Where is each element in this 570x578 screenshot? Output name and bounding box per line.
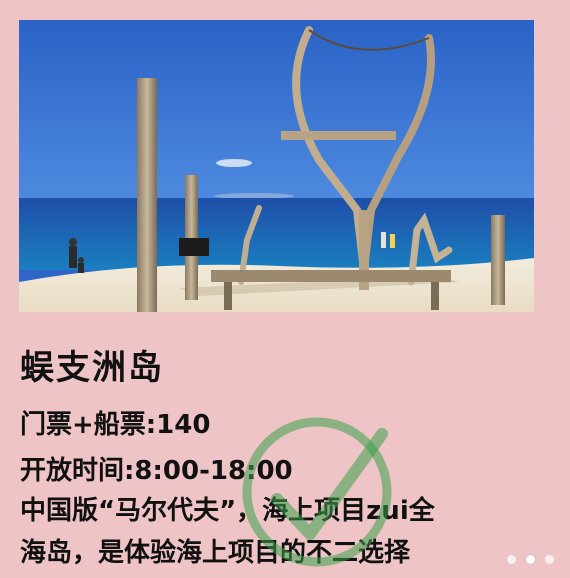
beach-photo	[19, 20, 534, 312]
carousel-dot[interactable]	[545, 555, 554, 564]
opening-hours-text: 开放时间:8:00-18:00	[20, 456, 293, 486]
description-line-1: 中国版“马尔代夫”，海上项目zui全	[20, 496, 435, 526]
carousel-dot-active[interactable]	[526, 555, 535, 564]
page-title: 蜈支洲岛	[20, 348, 164, 388]
ticket-price-text: 门票+船票:140	[20, 410, 211, 440]
carousel-dot[interactable]	[507, 555, 516, 564]
description-line-2: 海岛，是体验海上项目的不二选择	[20, 538, 411, 568]
carousel-indicator[interactable]	[507, 555, 554, 564]
